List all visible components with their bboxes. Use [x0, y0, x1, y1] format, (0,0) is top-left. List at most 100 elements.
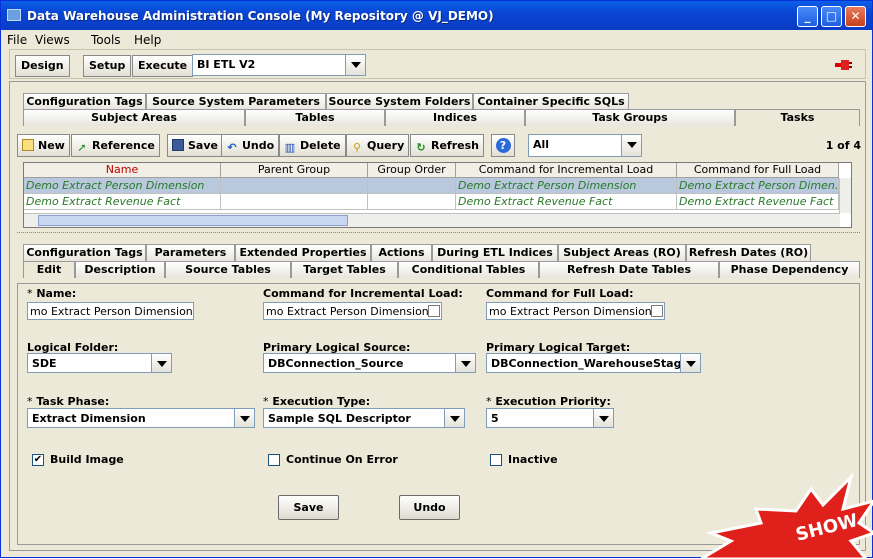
- chevron-down-icon: [455, 354, 475, 372]
- tab-tasks[interactable]: Tasks: [735, 109, 860, 126]
- undo-icon: ↶: [227, 141, 237, 154]
- tab-detail-configuration-tags[interactable]: Configuration Tags: [23, 244, 146, 261]
- column-header-name[interactable]: Name: [24, 163, 221, 178]
- table-cell[interactable]: Demo Extract Person Dimension: [456, 178, 677, 194]
- undo-button[interactable]: ↶ Undo: [221, 134, 280, 157]
- column-header-incremental[interactable]: Command for Incremental Load: [456, 163, 677, 178]
- tab-refresh-date-tables[interactable]: Refresh Date Tables: [539, 261, 719, 278]
- continue-on-error-checkbox[interactable]: [268, 454, 280, 466]
- build-image-checkbox[interactable]: ✔: [32, 454, 44, 466]
- full-command-label: Command for Full Load:: [486, 287, 634, 300]
- design-button[interactable]: Design: [15, 55, 70, 77]
- table-cell[interactable]: Demo Extract Revenue Fact: [677, 194, 839, 210]
- table-cell[interactable]: [368, 194, 456, 210]
- incremental-command-field[interactable]: mo Extract Person Dimension: [263, 302, 442, 320]
- table-cell[interactable]: Demo Extract Person Dimension: [24, 178, 221, 194]
- table-cell[interactable]: [221, 194, 368, 210]
- save-label: Save: [188, 139, 218, 152]
- execution-priority-label: * Execution Priority:: [486, 395, 611, 408]
- column-header-parent-group[interactable]: Parent Group: [221, 163, 368, 178]
- inactive-checkbox[interactable]: [490, 454, 502, 466]
- tab-refresh-dates-ro[interactable]: Refresh Dates (RO): [686, 244, 811, 261]
- refresh-button[interactable]: ↻ Refresh: [410, 134, 484, 157]
- scroll-thumb[interactable]: [38, 215, 348, 226]
- tab-indices[interactable]: Indices: [385, 109, 525, 126]
- menu-views[interactable]: Views: [35, 33, 70, 47]
- form-save-button[interactable]: Save: [278, 495, 339, 520]
- new-button[interactable]: New: [17, 134, 70, 157]
- tab-source-tables[interactable]: Source Tables: [165, 261, 291, 278]
- maximize-icon[interactable]: □: [821, 6, 842, 27]
- task-phase-label-text: Task Phase:: [36, 395, 110, 408]
- tab-task-groups[interactable]: Task Groups: [525, 109, 735, 126]
- arrow-icon: ➚: [77, 141, 87, 154]
- tab-extended-properties[interactable]: Extended Properties: [235, 244, 371, 261]
- query-label: Query: [367, 139, 405, 152]
- tab-target-tables[interactable]: Target Tables: [291, 261, 398, 278]
- tab-source-system-folders[interactable]: Source System Folders: [326, 93, 473, 110]
- reference-button[interactable]: ➚ Reference: [71, 134, 160, 157]
- execution-type-select[interactable]: Sample SQL Descriptor: [263, 408, 465, 428]
- table-cell[interactable]: Demo Extract Person Dimen...: [677, 178, 839, 194]
- filter-value: All: [533, 138, 550, 151]
- setup-button[interactable]: Setup: [83, 55, 132, 77]
- tab-edit[interactable]: Edit: [23, 261, 75, 278]
- minimize-icon[interactable]: _: [797, 6, 818, 27]
- tab-during-etl-indices[interactable]: During ETL Indices: [432, 244, 558, 261]
- tab-subject-areas-ro[interactable]: Subject Areas (RO): [558, 244, 686, 261]
- continue-on-error-label: Continue On Error: [286, 453, 398, 466]
- delete-label: Delete: [300, 139, 341, 152]
- vertical-scrollbar[interactable]: [839, 178, 851, 213]
- column-header-full[interactable]: Command for Full Load: [677, 163, 839, 178]
- save-button[interactable]: Save: [167, 134, 223, 157]
- help-button[interactable]: ?: [491, 134, 515, 157]
- tab-actions[interactable]: Actions: [371, 244, 432, 261]
- table-cell[interactable]: Demo Extract Revenue Fact: [24, 194, 221, 210]
- splitter[interactable]: [17, 232, 860, 235]
- table-cell[interactable]: [368, 178, 456, 194]
- close-icon[interactable]: ✕: [845, 6, 866, 27]
- chevron-down-icon: [345, 55, 365, 75]
- chevron-down-icon: [444, 409, 464, 427]
- edit-icon[interactable]: [651, 305, 663, 317]
- form-undo-button[interactable]: Undo: [399, 495, 460, 520]
- menu-tools[interactable]: Tools: [91, 33, 121, 47]
- task-phase-select[interactable]: Extract Dimension: [27, 408, 255, 428]
- execute-button[interactable]: Execute: [132, 55, 194, 77]
- menu-help[interactable]: Help: [134, 33, 161, 47]
- column-header-group-order[interactable]: Group Order: [368, 163, 456, 178]
- tab-description[interactable]: Description: [75, 261, 165, 278]
- edit-icon[interactable]: [428, 305, 440, 317]
- tab-conditional-tables[interactable]: Conditional Tables: [398, 261, 539, 278]
- tab-container-specific-sqls[interactable]: Container Specific SQLs: [473, 93, 629, 110]
- show-badge: SHOW: [701, 472, 873, 559]
- horizontal-scrollbar[interactable]: [24, 213, 840, 227]
- table-cell[interactable]: Demo Extract Revenue Fact: [456, 194, 677, 210]
- tab-phase-dependency[interactable]: Phase Dependency: [719, 261, 860, 278]
- chevron-down-icon: [151, 354, 171, 372]
- execution-priority-select[interactable]: 5: [486, 408, 614, 428]
- container-select[interactable]: BI ETL V2: [192, 54, 366, 76]
- full-command-field[interactable]: mo Extract Person Dimension: [486, 302, 665, 320]
- required-mark: *: [27, 395, 33, 408]
- menu-file[interactable]: File: [7, 33, 27, 47]
- chevron-down-icon: [234, 409, 254, 427]
- tab-parameters[interactable]: Parameters: [146, 244, 235, 261]
- delete-button[interactable]: ▥ Delete: [279, 134, 346, 157]
- table-cell[interactable]: [221, 178, 368, 194]
- name-label: * Name:: [27, 287, 76, 300]
- chevron-down-icon: [680, 354, 700, 372]
- tab-subject-areas[interactable]: Subject Areas: [23, 109, 245, 126]
- query-button[interactable]: ⚲ Query: [346, 134, 410, 157]
- primary-target-select[interactable]: DBConnection_WarehouseStage: [486, 353, 701, 373]
- tab-source-system-parameters[interactable]: Source System Parameters: [146, 93, 326, 110]
- execution-type-label-text: Execution Type:: [272, 395, 371, 408]
- search-icon: ⚲: [352, 141, 362, 154]
- filter-select[interactable]: All: [528, 134, 642, 157]
- disconnect-plug-icon[interactable]: [833, 58, 853, 72]
- logical-folder-select[interactable]: SDE: [27, 353, 172, 373]
- tab-configuration-tags[interactable]: Configuration Tags: [23, 93, 146, 110]
- primary-source-select[interactable]: DBConnection_Source: [263, 353, 476, 373]
- name-field[interactable]: mo Extract Person Dimension: [27, 302, 194, 320]
- tab-tables[interactable]: Tables: [245, 109, 385, 126]
